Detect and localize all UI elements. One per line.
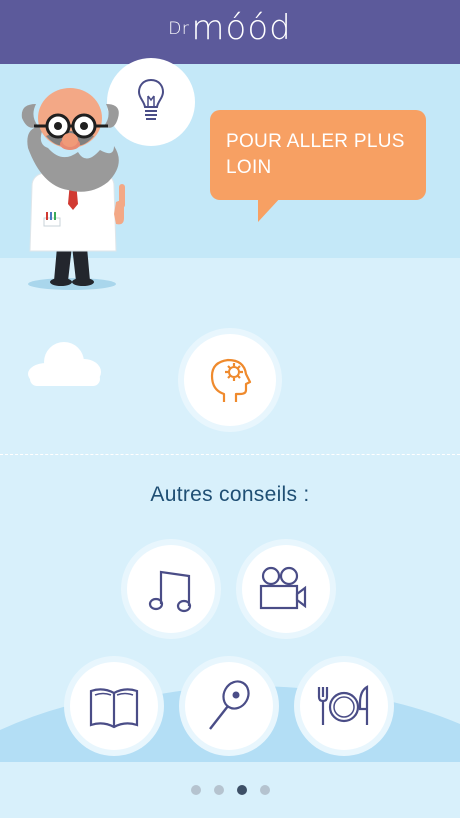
book-icon xyxy=(89,688,139,729)
book-tip-button[interactable] xyxy=(70,662,158,750)
page-dot[interactable] xyxy=(236,785,247,795)
lightbulb-icon xyxy=(137,78,165,120)
sport-tip-button[interactable] xyxy=(185,662,273,750)
music-tip-button[interactable] xyxy=(127,545,215,633)
more-info-bubble[interactable]: POUR ALLER PLUS LOIN xyxy=(210,110,426,200)
logo-main: móód xyxy=(191,8,292,48)
plate-cutlery-icon xyxy=(317,685,369,725)
main-tip-button[interactable] xyxy=(184,334,276,426)
bubble-tail xyxy=(258,196,282,222)
music-note-icon xyxy=(148,570,192,613)
app-header: Dr móód xyxy=(0,0,460,64)
food-tip-button[interactable] xyxy=(300,662,388,750)
doctor-mascot xyxy=(21,88,125,290)
page-dot[interactable] xyxy=(190,785,201,795)
logo-prefix: Dr xyxy=(168,19,190,39)
video-camera-icon xyxy=(259,566,307,610)
page-dot[interactable] xyxy=(213,785,224,795)
page-dot[interactable] xyxy=(259,785,270,795)
section-title: Autres conseils : xyxy=(150,483,310,506)
section-divider xyxy=(0,454,460,455)
pagination-dots xyxy=(0,785,460,795)
cloud-decoration xyxy=(28,342,101,386)
head-gear-icon xyxy=(210,358,252,402)
tennis-racket-icon xyxy=(209,680,250,730)
video-tip-button[interactable] xyxy=(242,545,330,633)
app-logo: Dr móód xyxy=(168,11,291,53)
